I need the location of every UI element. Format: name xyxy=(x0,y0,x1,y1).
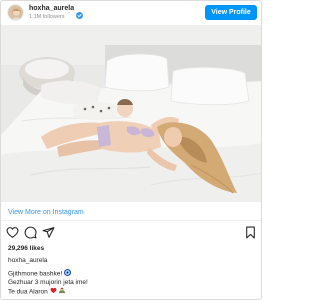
post-photo[interactable] xyxy=(1,25,261,201)
photo-divider xyxy=(1,201,261,202)
avatar[interactable] xyxy=(7,4,24,21)
paper-plane-icon[interactable] xyxy=(42,226,55,239)
caption-username[interactable]: hoxha_aurela xyxy=(8,256,47,265)
comment-bubble-icon[interactable] xyxy=(24,226,37,239)
heart-outline-icon[interactable] xyxy=(6,226,19,239)
bookmark-icon[interactable] xyxy=(244,226,257,239)
caption-line-2: Gezhuar 3 mujorin jeta ime! xyxy=(8,279,88,286)
follower-count: 1.1M followers xyxy=(29,14,65,20)
instagram-embed-card: hoxha_aurela 1.1M followers View Profile xyxy=(0,0,262,300)
actions-divider xyxy=(1,220,261,221)
caption-line-3: Te dua Alaron xyxy=(8,287,66,297)
baby-icon xyxy=(58,287,66,297)
like-count[interactable]: 29,296 likes xyxy=(8,244,44,253)
red-heart-icon xyxy=(50,287,57,297)
view-profile-button[interactable]: View Profile xyxy=(205,5,257,20)
post-header: hoxha_aurela 1.1M followers View Profile xyxy=(1,1,261,25)
caption-text: Gjithmone bashke! xyxy=(8,270,63,278)
verified-badge-icon xyxy=(76,6,84,19)
action-bar xyxy=(6,226,258,240)
caption-text: Te dua Alaron xyxy=(8,288,48,296)
view-more-on-instagram-link[interactable]: View More on Instagram xyxy=(8,208,84,217)
